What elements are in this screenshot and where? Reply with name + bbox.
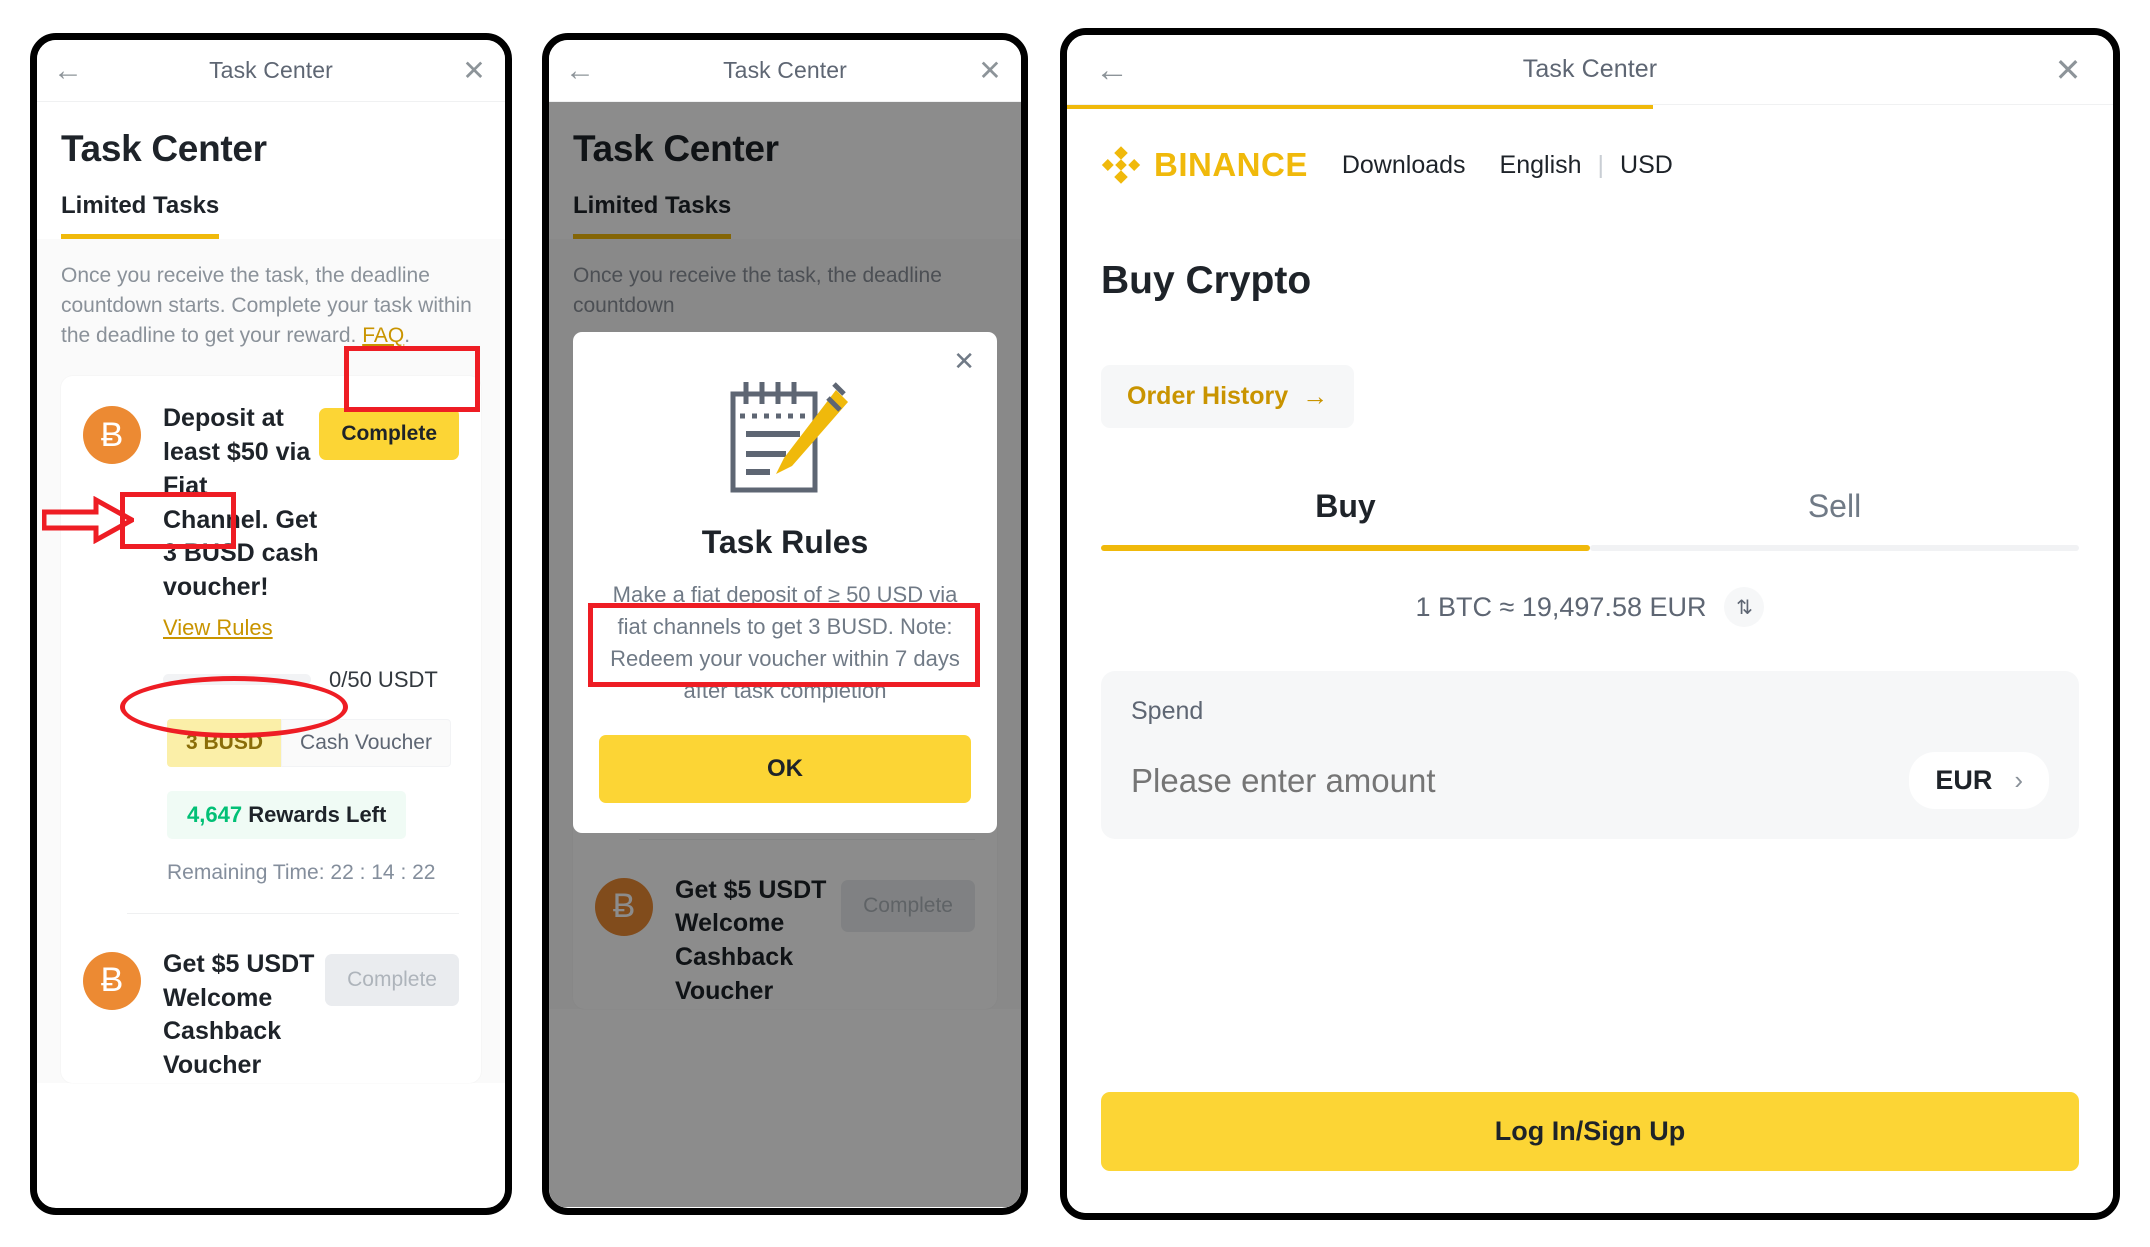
bitcoin-icon: Ƀ <box>83 951 141 1010</box>
exchange-rate-row: 1 BTC ≈ 19,497.58 EUR ⇅ <box>1101 587 2079 627</box>
panel3-page: BINANCE Downloads English | USD Buy Cryp… <box>1067 109 2113 1213</box>
close-icon[interactable]: ✕ <box>2023 54 2113 86</box>
dialog-body: Make a fiat deposit of ≥ 50 USD via fiat… <box>610 582 960 704</box>
binance-logo-icon <box>1101 146 1141 184</box>
intro-tail: . <box>404 323 411 347</box>
chevron-right-icon: › <box>2014 765 2023 795</box>
nav-language[interactable]: English <box>1500 151 1582 180</box>
intro-copy: Once you receive the task, the deadline … <box>61 264 472 347</box>
close-icon[interactable]: ✕ <box>953 346 975 377</box>
tab-limited-tasks[interactable]: Limited Tasks <box>61 192 220 239</box>
panel-task-center-list: ← Task Center ✕ Task Center Limited Task… <box>30 33 512 1215</box>
tab-sell-underline <box>1590 545 2079 551</box>
reward-pills: 3 BUSD Cash Voucher <box>83 718 459 767</box>
back-icon[interactable]: ← <box>37 55 99 86</box>
arrow-right-icon: → <box>1302 381 1329 411</box>
rewards-left-badge: 4,647 Rewards Left <box>167 790 407 839</box>
page-title: Task Center <box>61 128 267 169</box>
tab-sell[interactable]: Sell <box>1590 488 2079 551</box>
nav-separator: | <box>1597 150 1605 179</box>
nav-downloads[interactable]: Downloads <box>1342 151 1466 180</box>
back-icon[interactable]: ← <box>1067 53 1157 87</box>
spend-input-row: EUR › <box>1131 752 2049 809</box>
panel1-header: Task Center Limited Tasks <box>37 102 505 239</box>
exchange-rate-text: 1 BTC ≈ 19,497.58 EUR <box>1415 591 1707 622</box>
tab-bar: Limited Tasks <box>61 192 220 239</box>
tab-buy-label: Buy <box>1315 488 1376 524</box>
spend-label: Spend <box>1131 697 1204 725</box>
panel1-content: Once you receive the task, the deadline … <box>37 239 505 1083</box>
panel1-topbar-title: Task Center <box>209 57 333 83</box>
notepad-pencil-icon <box>730 382 848 493</box>
back-icon[interactable]: ← <box>549 55 611 86</box>
buy-sell-tabs: Buy Sell <box>1101 488 2079 551</box>
progress-label: 0/50 USDT <box>329 666 438 692</box>
progress-bar <box>163 674 311 686</box>
dialog-title: Task Rules <box>701 524 869 560</box>
view-rules-link[interactable]: View Rules <box>163 615 273 641</box>
tab-buy-underline <box>1101 545 1590 551</box>
task-title: Get $5 USDT Welcome Cashback Voucher <box>163 949 315 1080</box>
panel2-topbar: ← Task Center ✕ <box>549 40 1021 102</box>
card-divider <box>127 912 459 914</box>
task-row: Ƀ Deposit at least $50 via Fiat Channel.… <box>83 402 459 641</box>
task-row: Ƀ Get $5 USDT Welcome Cashback Voucher C… <box>83 948 459 1083</box>
close-icon[interactable]: ✕ <box>959 56 1021 85</box>
task-progress: 0/50 USDT <box>83 667 459 693</box>
panel2-topbar-title: Task Center <box>723 57 847 83</box>
task-rules-dialog: ✕ Task Rules Make a fiat deposit of ≥ 50… <box>573 332 997 834</box>
currency-label: EUR <box>1935 765 1993 795</box>
panel3-topbar-title: Task Center <box>1522 55 1658 83</box>
complete-button-disabled: Complete <box>325 953 459 1006</box>
ok-button[interactable]: OK <box>599 735 971 804</box>
page-title: Buy Crypto <box>1101 259 1312 302</box>
spend-field-group: Spend EUR › <box>1101 671 2079 839</box>
task-text: Get $5 USDT Welcome Cashback Voucher <box>163 948 325 1083</box>
faq-link[interactable]: FAQ <box>362 324 404 347</box>
binance-nav: Downloads English | USD <box>1342 151 1673 180</box>
complete-button[interactable]: Complete <box>319 408 459 461</box>
panel2-page: Task Center Limited Tasks Once you recei… <box>549 102 1021 1207</box>
task-card-1: Ƀ Deposit at least $50 via Fiat Channel.… <box>61 376 481 1083</box>
intro-text: Once you receive the task, the deadline … <box>61 261 481 350</box>
task-title: Deposit at least $50 via Fiat Channel. G… <box>163 404 319 602</box>
tab-buy[interactable]: Buy <box>1101 488 1590 551</box>
panel1-page: Task Center Limited Tasks Once you recei… <box>37 102 505 1207</box>
panel-buy-crypto: ← Task Center ✕ BINANCE Downloads Englis… <box>1060 28 2120 1220</box>
swap-vertical-icon[interactable]: ⇅ <box>1724 587 1765 627</box>
remaining-time: Remaining Time: 22 : 14 : 22 <box>167 860 436 884</box>
reward-kind-pill: Cash Voucher <box>281 718 451 767</box>
rewards-left-count: 4,647 <box>187 801 243 827</box>
panel-task-rules-modal: ← Task Center ✕ Task Center Limited Task… <box>542 33 1028 1215</box>
reward-amount-pill: 3 BUSD <box>167 718 282 767</box>
screenshot-stage: ← Task Center ✕ Task Center Limited Task… <box>0 0 2150 1247</box>
task-text: Deposit at least $50 via Fiat Channel. G… <box>163 402 319 641</box>
panel3-topbar: ← Task Center ✕ <box>1067 35 2113 105</box>
close-icon[interactable]: ✕ <box>443 56 505 85</box>
bitcoin-icon: Ƀ <box>83 406 141 465</box>
rewards-left-label: Rewards Left <box>248 801 387 827</box>
order-history-label: Order History <box>1127 382 1289 410</box>
nav-currency[interactable]: USD <box>1620 151 1673 180</box>
login-signup-button[interactable]: Log In/Sign Up <box>1101 1092 2079 1171</box>
tab-sell-label: Sell <box>1807 488 1862 524</box>
spend-input[interactable] <box>1131 761 1910 800</box>
currency-selector[interactable]: EUR › <box>1909 752 2049 809</box>
binance-wordmark: BINANCE <box>1154 146 1308 183</box>
binance-header: BINANCE Downloads English | USD <box>1101 145 2079 185</box>
order-history-button[interactable]: Order History → <box>1101 365 1355 428</box>
panel1-topbar: ← Task Center ✕ <box>37 40 505 102</box>
